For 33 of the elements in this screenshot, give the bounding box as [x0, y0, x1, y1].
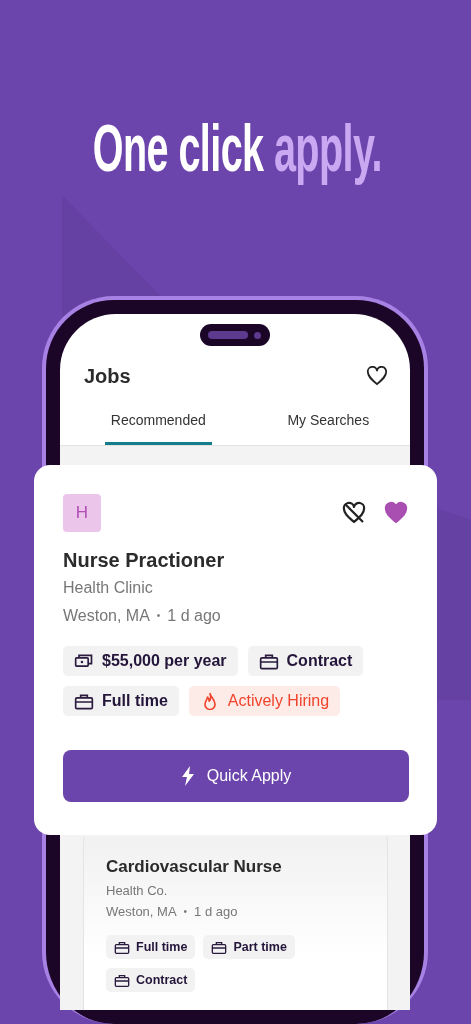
tag-label: Part time — [233, 940, 287, 954]
job-card[interactable]: Cardiovascular Nurse Health Co. Weston, MA • 1 d ago Full time Part time Contract — [83, 837, 388, 1010]
job-title: Cardiovascular Nurse — [106, 857, 283, 877]
hide-icon[interactable] — [341, 501, 367, 525]
tab[interactable]: My Searches — [281, 406, 376, 445]
company-name: Health Co. — [106, 883, 169, 898]
job-location: Weston, MA — [106, 904, 177, 919]
company-logo: H — [63, 494, 101, 532]
page-title: Jobs — [84, 364, 131, 388]
briefcase-icon — [114, 939, 130, 955]
tag-label: Contract — [286, 652, 353, 670]
job-location: Weston, MA — [63, 606, 150, 626]
company-name: Health Clinic — [63, 578, 154, 598]
job-card[interactable]: H Nurse Practioner Health Clinic Weston, MA • 1 d ago $55,000 per year Contract Full time Actively Hiring Quick Apply — [34, 465, 437, 835]
briefcase-icon — [211, 939, 228, 955]
separator-dot: • — [156, 609, 161, 623]
tag-label: Full time — [136, 940, 188, 954]
tag-label: Actively Hiring — [227, 692, 330, 710]
tag-label: $55,000 per year — [102, 652, 227, 670]
tag-label: Contract — [136, 973, 188, 987]
posted-time: 1 d ago — [167, 606, 221, 626]
lightning-icon — [180, 766, 195, 786]
job-title: Nurse Practioner — [63, 548, 226, 573]
camera-island — [200, 324, 270, 346]
separator-dot: • — [183, 906, 188, 917]
save-heart-icon[interactable] — [383, 501, 409, 525]
posted-time: 1 d ago — [194, 904, 238, 919]
briefcase-icon — [258, 651, 279, 671]
quick-apply-button[interactable]: Quick Apply — [63, 750, 409, 802]
briefcase-icon — [114, 972, 130, 988]
briefcase-icon — [74, 691, 94, 711]
tag-label: Full time — [102, 692, 168, 710]
heart-icon[interactable] — [366, 366, 388, 386]
